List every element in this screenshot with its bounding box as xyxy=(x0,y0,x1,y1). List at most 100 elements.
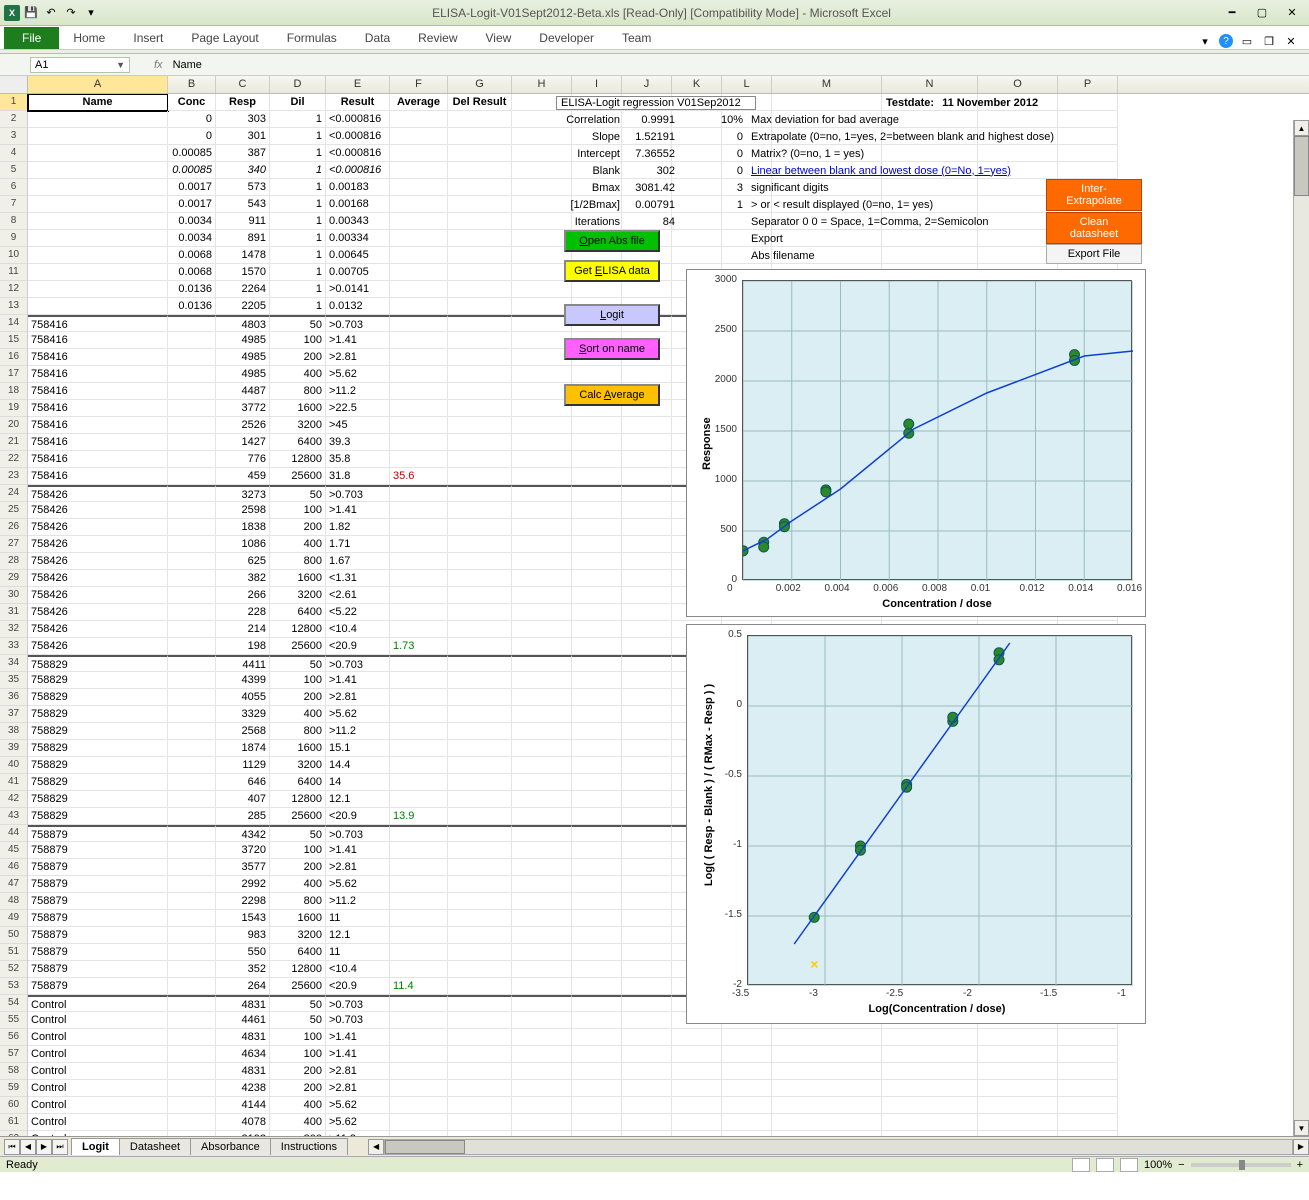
column-header-H[interactable]: H xyxy=(512,76,572,93)
row-header[interactable]: 40 xyxy=(0,757,27,774)
cell[interactable] xyxy=(448,162,512,179)
cell[interactable] xyxy=(572,927,622,944)
row-header[interactable]: 29 xyxy=(0,570,27,587)
cell[interactable] xyxy=(168,1012,216,1029)
cell[interactable] xyxy=(512,485,572,502)
scroll-left-icon[interactable]: ◀ xyxy=(368,1139,384,1155)
cell[interactable]: 1.67 xyxy=(326,553,390,570)
cell[interactable]: 200 xyxy=(270,1063,326,1080)
cell[interactable] xyxy=(390,621,448,638)
sheet-tab-absorbance[interactable]: Absorbance xyxy=(190,1138,271,1155)
horizontal-scrollbar[interactable]: ◀ ▶ xyxy=(368,1139,1309,1155)
cell[interactable] xyxy=(622,468,672,485)
row-header[interactable]: 11 xyxy=(0,264,27,281)
cell[interactable]: 25600 xyxy=(270,468,326,485)
cell[interactable] xyxy=(168,553,216,570)
cell[interactable]: 1 xyxy=(270,128,326,145)
ribbon-tab-data[interactable]: Data xyxy=(351,27,404,49)
cell[interactable]: 758426 xyxy=(28,502,168,519)
cell[interactable] xyxy=(390,145,448,162)
cell[interactable] xyxy=(772,1029,882,1046)
cell[interactable]: >0.703 xyxy=(326,825,390,842)
cell[interactable]: 4238 xyxy=(216,1080,270,1097)
clean-datasheet-button[interactable]: Clean datasheet xyxy=(1046,212,1142,244)
cell[interactable]: >0.703 xyxy=(326,315,390,332)
cell[interactable]: 1 xyxy=(270,230,326,247)
cell[interactable] xyxy=(512,1114,572,1131)
cell[interactable]: 12800 xyxy=(270,791,326,808)
zoom-level[interactable]: 100% xyxy=(1144,1159,1172,1171)
ribbon-tab-review[interactable]: Review xyxy=(404,27,471,49)
cell[interactable] xyxy=(390,774,448,791)
cell[interactable] xyxy=(572,485,622,502)
cell[interactable] xyxy=(978,1097,1058,1114)
column-header-M[interactable]: M xyxy=(772,76,882,93)
cell[interactable]: Control xyxy=(28,1012,168,1029)
get-elisa-data-button[interactable]: Get ELISA data xyxy=(564,260,660,282)
cell[interactable] xyxy=(512,434,572,451)
sheet-tab-logit[interactable]: Logit xyxy=(71,1138,120,1155)
cell[interactable]: 100 xyxy=(270,1029,326,1046)
column-header-I[interactable]: I xyxy=(572,76,622,93)
cell[interactable] xyxy=(448,740,512,757)
cell[interactable] xyxy=(168,519,216,536)
cell[interactable] xyxy=(512,315,572,332)
vscroll-thumb[interactable] xyxy=(1294,136,1309,196)
cell[interactable] xyxy=(512,553,572,570)
cell[interactable] xyxy=(390,1012,448,1029)
cell[interactable]: 6400 xyxy=(270,774,326,791)
cell[interactable] xyxy=(390,213,448,230)
cell[interactable] xyxy=(448,893,512,910)
cell[interactable] xyxy=(448,587,512,604)
cell[interactable]: 39.3 xyxy=(326,434,390,451)
cell[interactable] xyxy=(390,944,448,961)
cell[interactable] xyxy=(390,434,448,451)
cell[interactable]: 14.4 xyxy=(326,757,390,774)
cell[interactable]: 800 xyxy=(270,723,326,740)
cell[interactable] xyxy=(390,332,448,349)
row-header[interactable]: 51 xyxy=(0,944,27,961)
cell[interactable] xyxy=(28,298,168,315)
cell[interactable]: 1 xyxy=(270,111,326,128)
cell[interactable] xyxy=(28,281,168,298)
cell[interactable]: 4831 xyxy=(216,995,270,1012)
cell[interactable]: 31.8 xyxy=(326,468,390,485)
cell[interactable] xyxy=(168,417,216,434)
cell[interactable] xyxy=(512,264,572,281)
cell[interactable] xyxy=(572,893,622,910)
row-header[interactable]: 3 xyxy=(0,128,27,145)
cell[interactable]: 0.00183 xyxy=(326,179,390,196)
row-header[interactable]: 41 xyxy=(0,774,27,791)
cell[interactable] xyxy=(28,111,168,128)
cell[interactable]: 758829 xyxy=(28,706,168,723)
ribbon-help-dropdown-icon[interactable]: ▾ xyxy=(1197,33,1213,49)
cell[interactable] xyxy=(168,1046,216,1063)
cell[interactable]: 776 xyxy=(216,451,270,468)
sheet-tab-instructions[interactable]: Instructions xyxy=(270,1138,348,1155)
cell[interactable] xyxy=(28,213,168,230)
row-header[interactable]: 45 xyxy=(0,842,27,859)
cell[interactable]: 264 xyxy=(216,978,270,995)
cell[interactable] xyxy=(448,1063,512,1080)
cell[interactable]: 11 xyxy=(326,910,390,927)
cell[interactable] xyxy=(448,366,512,383)
cell[interactable] xyxy=(572,1046,622,1063)
cell-grid[interactable]: ELISA-Logit regression V01Sep2012 Testda… xyxy=(28,94,1309,1153)
cell[interactable]: Control xyxy=(28,1114,168,1131)
logit-chart[interactable]: × Log( ( Resp - Blank ) / ( RMax - Resp … xyxy=(686,624,1146,1024)
cell[interactable]: 100 xyxy=(270,332,326,349)
cell[interactable] xyxy=(390,247,448,264)
cell[interactable] xyxy=(390,196,448,213)
help-icon[interactable]: ? xyxy=(1219,34,1233,48)
cell[interactable]: <20.9 xyxy=(326,638,390,655)
cell[interactable]: >2.81 xyxy=(326,349,390,366)
column-header-P[interactable]: P xyxy=(1058,76,1118,93)
cell[interactable] xyxy=(512,570,572,587)
cell[interactable]: 1600 xyxy=(270,910,326,927)
cell[interactable] xyxy=(572,587,622,604)
cell[interactable]: 4985 xyxy=(216,366,270,383)
cell[interactable] xyxy=(512,383,572,400)
cell[interactable]: 4634 xyxy=(216,1046,270,1063)
row-header[interactable]: 44 xyxy=(0,825,27,842)
cell[interactable]: 758416 xyxy=(28,349,168,366)
